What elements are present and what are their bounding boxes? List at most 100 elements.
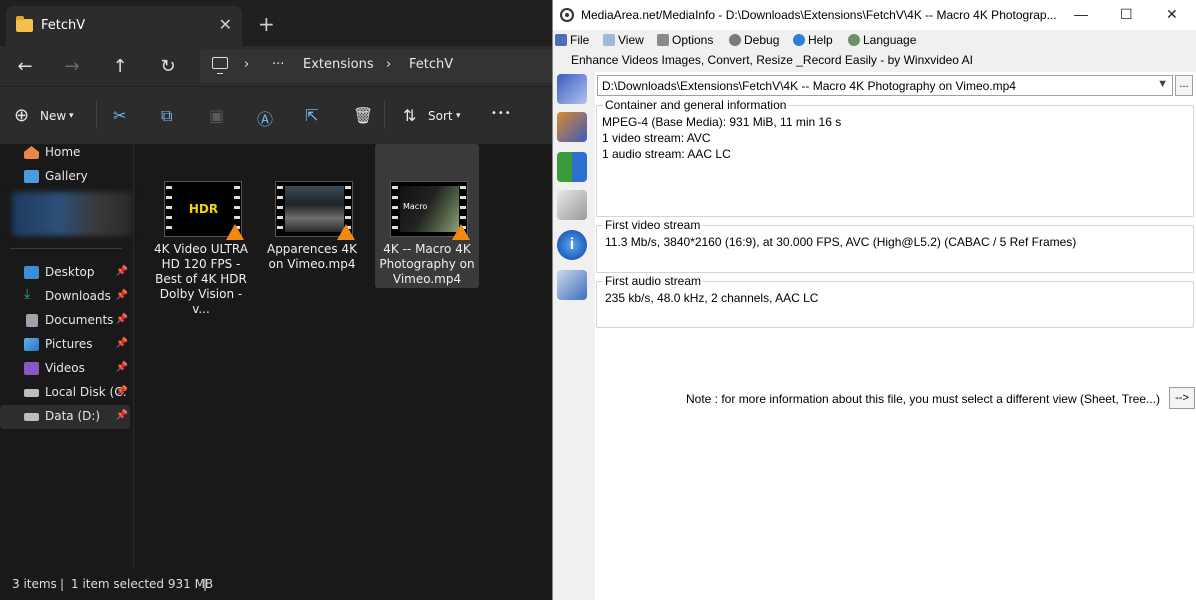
close-icon[interactable]: ✕ [1166,6,1178,23]
menu-label: Help [808,33,833,47]
sidebar-item-downloads[interactable]: ⤓ Downloads 📌 [0,285,130,309]
up-arrow-icon[interactable]: ↑ [109,56,131,77]
chevron-down-icon: ▾ [69,111,74,121]
sidebar-item-local-disk-c[interactable]: Local Disk (C: 📌 [0,381,130,405]
close-tab-icon[interactable]: ✕ [219,15,232,34]
sidebar-item-label: Downloads [45,289,111,303]
menu-label: File [570,33,590,47]
status-bar: 3 items | 1 item selected 931 MB | [0,568,552,600]
pin-icon[interactable]: 📌 [116,386,128,397]
sidebar-item-documents[interactable]: Documents 📌 [0,309,130,333]
general-line: MPEG-4 (Base Media): 931 MiB, 11 min 16 … [602,115,842,129]
video-section: First video stream 11.3 Mb/s, 3840*2160 … [596,218,1194,273]
sidebar-item-gallery[interactable]: Gallery [0,165,130,189]
new-tab-button[interactable]: + [258,12,275,36]
sort-button[interactable]: Sort [428,109,453,123]
about-info-icon[interactable]: i [557,230,587,260]
drive-icon [24,413,39,421]
vlc-icon [226,224,244,240]
sidebar-item-videos[interactable]: Videos 📌 [0,357,130,381]
menu-label: Options [672,33,714,47]
thumbnail-text: HDR [174,186,233,232]
export-icon[interactable] [557,152,587,182]
file-explorer-window: FetchV ✕ + ← → ↑ ↻ › ··· Extensions › Fe… [0,0,552,600]
file-path-select[interactable]: D:\Downloads\Extensions\FetchV\4K -- Mac… [597,75,1173,96]
home-icon [24,146,39,159]
maximize-icon[interactable]: ☐ [1120,6,1133,23]
change-view-button[interactable]: --> [1169,387,1195,409]
open-folder-icon[interactable] [557,112,587,142]
forward-arrow-icon[interactable]: → [61,56,83,77]
chevron-down-icon[interactable]: ▼ [1157,78,1168,90]
paste-icon[interactable]: ▣ [209,106,224,125]
item-count: 3 items [12,577,57,591]
sort-icon[interactable]: ⇅ [403,106,416,125]
file-item-selected[interactable]: Macro 4K -- Macro 4K Photography on Vime… [375,144,479,288]
sidebar-item-label: Data (D:) [45,409,101,423]
file-name: 4K -- Macro 4K Photography on Vimeo.mp4 [379,242,475,286]
breadcrumb-item-fetchv[interactable]: FetchV [409,57,453,72]
delete-icon[interactable]: 🗑 [353,106,373,125]
pin-icon[interactable]: 📌 [116,314,128,325]
refresh-icon[interactable]: ↻ [157,56,179,77]
pin-icon[interactable]: 📌 [116,290,128,301]
menu-options[interactable]: Options [657,33,713,47]
menu-debug[interactable]: Debug [729,33,779,47]
cut-icon[interactable]: ✂ [113,106,126,125]
menu-bar: File View Options Debug Help Language [553,30,1196,50]
browse-button[interactable]: ... [1175,75,1193,96]
help-icon [793,34,805,46]
menu-label: View [618,33,644,47]
breadcrumb[interactable]: › ··· Extensions › FetchV [200,49,552,83]
chevron-down-icon: ▾ [456,111,461,121]
new-button[interactable]: New [40,109,66,123]
gallery-icon [24,170,39,183]
selection-info: 1 item selected 931 MB [71,577,214,591]
sidebar-item-data-d[interactable]: Data (D:) 📌 [0,405,130,429]
file-item[interactable]: Apparences 4K on Vimeo.mp4 [260,144,364,288]
minimize-icon[interactable]: — [1074,6,1088,22]
sidebar-divider [10,248,122,249]
preferences-icon[interactable] [557,190,587,220]
web-update-icon[interactable] [557,270,587,300]
rename-icon[interactable]: Ⓐ [257,106,273,130]
toolbar-divider [96,101,97,129]
back-arrow-icon[interactable]: ← [14,56,36,77]
more-options-icon[interactable]: ••• [491,108,512,119]
sidebar-item-label: Documents [45,313,114,327]
menu-help[interactable]: Help [793,33,833,47]
vlc-icon [452,224,470,240]
debug-icon [729,34,741,46]
downloads-icon: ⤓ [24,286,31,302]
open-file-icon[interactable] [557,74,587,104]
sidebar-item-label: Desktop [45,265,95,279]
file-list: HDR 4K Video ULTRA HD 120 FPS - Best of … [135,144,552,568]
view-icon [603,34,615,46]
vlc-icon [337,224,355,240]
menu-language[interactable]: Language [848,33,916,47]
pin-icon[interactable]: 📌 [116,410,128,421]
share-icon[interactable]: ⇱ [305,106,318,125]
pin-icon[interactable]: 📌 [116,338,128,349]
title-bar: MediaArea.net/MediaInfo - D:\Downloads\E… [553,0,1196,30]
address-bar: ← → ↑ ↻ › ··· Extensions › FetchV [0,46,552,86]
section-title: Container and general information [603,98,789,112]
menu-view[interactable]: View [603,33,644,47]
sponsor-link[interactable]: Enhance Videos Images, Convert, Resize _… [571,53,973,67]
breadcrumb-item-extensions[interactable]: Extensions [303,57,374,72]
tab-title: FetchV [41,18,86,33]
options-icon [657,34,669,46]
sidebar-item-home[interactable]: Home [0,141,130,165]
tab-fetchv[interactable]: FetchV ✕ [6,6,242,46]
sidebar-item-desktop[interactable]: Desktop 📌 [0,261,130,285]
language-icon [848,34,860,46]
pin-icon[interactable]: 📌 [116,266,128,277]
breadcrumb-overflow[interactable]: ··· [272,57,284,72]
this-pc-icon[interactable] [212,57,228,74]
menu-file[interactable]: File [555,33,589,47]
copy-icon[interactable]: ⧉ [161,106,172,126]
sidebar-item-pictures[interactable]: Pictures 📌 [0,333,130,357]
pin-icon[interactable]: 📌 [116,362,128,373]
new-plus-icon[interactable]: ⊕ [14,105,29,126]
file-item[interactable]: HDR 4K Video ULTRA HD 120 FPS - Best of … [149,144,253,316]
